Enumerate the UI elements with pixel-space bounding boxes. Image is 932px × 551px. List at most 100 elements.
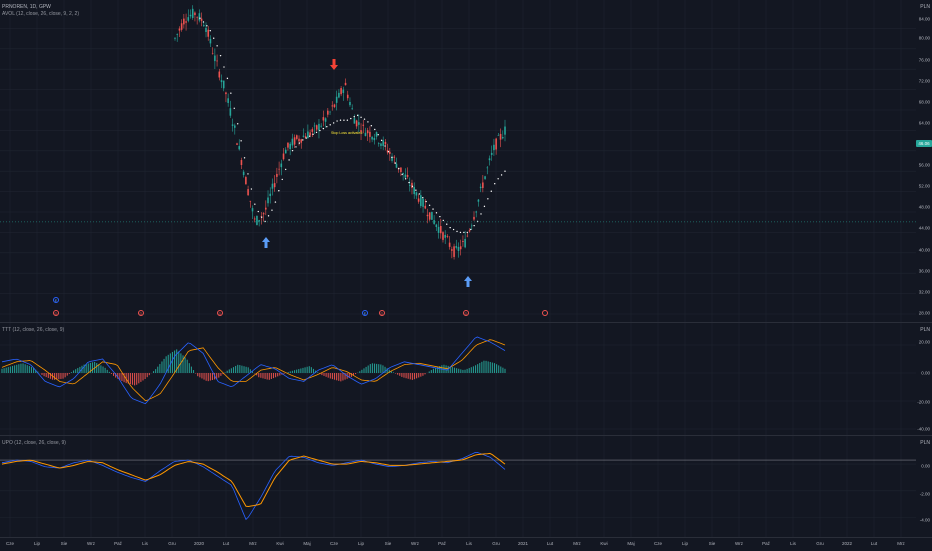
candle-body — [428, 212, 431, 220]
avol-dot — [487, 198, 489, 200]
avol-dot — [281, 178, 283, 181]
avol-dot — [305, 137, 307, 139]
candle-body — [488, 158, 491, 161]
time-axis-label: Lip — [357, 541, 365, 546]
ttt-pane[interactable]: TTT (12, close, 26, close, 9) PLN 20.00 … — [0, 323, 932, 435]
time-axis[interactable]: Cze Lip Sie Wrz Paź Lis Gru 2020 Lut Mrz Kwi Maj Cze… — [0, 537, 932, 551]
candle-body — [486, 167, 489, 169]
symbol-title[interactable]: PRNOREN, 1D, GPW — [2, 4, 51, 10]
avol-dot — [202, 21, 205, 23]
candle-body — [358, 122, 360, 125]
event-marker[interactable]: E — [53, 297, 59, 303]
upo-indicator-title[interactable]: UPO (12, close, 26, close, 9) — [2, 440, 66, 446]
candle-body — [462, 240, 464, 242]
last-price-tag: 46.06 — [916, 140, 932, 147]
candle-body — [251, 208, 254, 212]
upo-axis[interactable]: 0.00 -2.00 -4.00 — [916, 436, 932, 537]
candle-body — [233, 125, 236, 128]
candle-body — [225, 92, 227, 95]
price-axis-label: 64.00 — [918, 120, 930, 126]
event-marker[interactable]: D — [379, 310, 385, 316]
time-axis-label: Gru — [492, 541, 500, 546]
event-marker[interactable]: E — [362, 310, 368, 316]
avol-dot — [432, 208, 434, 210]
candle-body — [400, 167, 402, 173]
candle-body — [262, 213, 265, 215]
price-chart[interactable] — [0, 0, 932, 322]
event-marker[interactable]: D — [138, 310, 144, 316]
ttt-indicator-title[interactable]: TTT (12, close, 26, close, 9) — [2, 327, 64, 333]
candle-body — [351, 108, 353, 110]
price-axis-label: 52.00 — [918, 183, 930, 189]
ttt-chart[interactable] — [0, 323, 932, 435]
candle-body — [433, 220, 435, 224]
candle-body — [271, 183, 274, 189]
ttt-axis[interactable]: 20.00 0.00 -20.00 -40.00 — [916, 323, 932, 435]
avol-dot — [308, 135, 311, 137]
candle-body — [389, 151, 391, 154]
candle-body — [424, 205, 427, 209]
avol-indicator-title[interactable]: AVOL (12, close, 26, close, 9, 2, 2) — [2, 11, 79, 17]
time-axis-label: Wrz — [411, 541, 419, 546]
avol-dot — [439, 215, 441, 218]
candle-body — [493, 144, 495, 151]
candle-body — [267, 197, 269, 204]
avol-dot — [350, 117, 352, 120]
candle-body — [242, 171, 245, 176]
candle-body — [309, 132, 311, 136]
event-marker[interactable]: D — [463, 310, 469, 316]
avol-dot — [291, 149, 294, 152]
avol-dot — [326, 126, 328, 128]
ttt-axis-label: 20.00 — [918, 339, 930, 345]
candle-body — [413, 187, 415, 195]
arrow-up-icon — [262, 237, 270, 248]
avol-dot — [442, 219, 445, 222]
avol-dot — [288, 159, 290, 161]
time-axis-label: Lis — [142, 541, 148, 546]
candle-body — [269, 193, 272, 197]
ttt-axis-label: 0.00 — [921, 370, 930, 376]
candle-body — [202, 25, 205, 27]
event-marker[interactable] — [542, 310, 548, 316]
candle-body — [490, 152, 493, 155]
upo-chart[interactable] — [0, 436, 932, 537]
avol-dot — [391, 156, 393, 159]
candle-body — [439, 225, 442, 234]
candle-body — [364, 132, 367, 137]
avol-dot — [339, 119, 342, 121]
candle-body — [256, 215, 258, 225]
candle-body — [353, 118, 356, 124]
time-axis-label: 2022 — [841, 541, 853, 546]
avol-dot — [494, 182, 496, 185]
avol-dot — [411, 185, 414, 188]
candle-body — [331, 105, 334, 107]
avol-dot — [367, 121, 369, 123]
avol-dot — [374, 128, 376, 131]
price-pane[interactable]: PRNOREN, 1D, GPW AVOL (12, close, 26, cl… — [0, 0, 932, 322]
time-axis-label: Mrz — [897, 541, 905, 546]
candle-body — [371, 136, 373, 140]
candle-body — [282, 153, 285, 160]
upo-pane[interactable]: UPO (12, close, 26, close, 9) PLN 0.00 -… — [0, 436, 932, 537]
candle-body — [344, 82, 347, 86]
candle-body — [380, 143, 382, 146]
price-axis-label: 80.00 — [918, 35, 930, 41]
candle-body — [464, 238, 466, 248]
avol-dot — [384, 145, 386, 147]
avol-dot — [247, 173, 249, 175]
candle-body — [495, 138, 497, 150]
candle-body — [273, 183, 276, 188]
avol-dot — [387, 151, 390, 153]
avol-dot — [236, 123, 239, 125]
time-axis-label: Sie — [60, 541, 68, 546]
time-axis-label: Cze — [5, 541, 15, 546]
avol-dot — [470, 228, 472, 231]
candle-body — [293, 137, 296, 145]
candle-body — [475, 211, 478, 213]
event-marker[interactable]: D — [53, 310, 59, 316]
avol-dot — [363, 118, 366, 120]
avol-dot — [329, 124, 331, 126]
candle-body — [393, 156, 396, 158]
price-axis[interactable]: 84.00 80.00 76.00 72.00 68.00 64.00 56.0… — [916, 0, 932, 322]
event-marker[interactable]: D — [217, 310, 223, 316]
